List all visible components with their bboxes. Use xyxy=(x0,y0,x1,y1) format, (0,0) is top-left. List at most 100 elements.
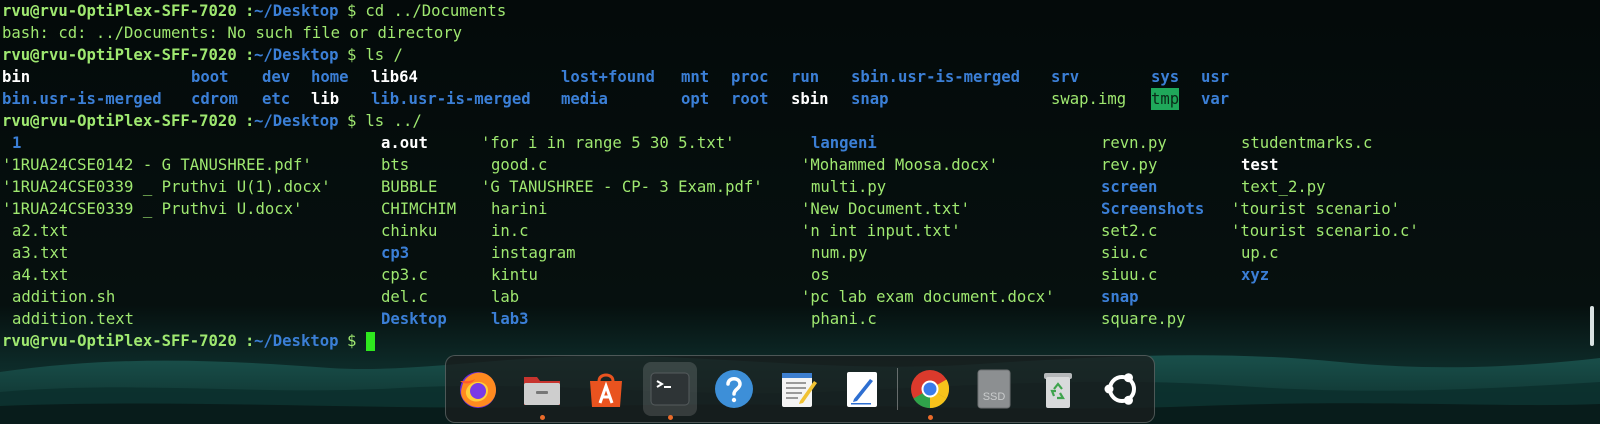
ls-entry-file: a4.txt xyxy=(12,266,69,284)
ls-entry-file: lab xyxy=(491,288,520,306)
ls-entry-file: num.py xyxy=(811,244,868,262)
command-text: cd ../Documents xyxy=(356,2,507,20)
dock-item-trash[interactable] xyxy=(1031,362,1085,416)
ls-entry-file: 'G TANUSHREE - CP- 3 Exam.pdf' xyxy=(481,178,763,196)
ls-entry-dir: cp3 xyxy=(381,244,410,262)
ls-entry-file: text_2.py xyxy=(1241,178,1326,196)
ls-entry-dir: dev xyxy=(262,68,291,86)
prompt-path: ~/Desktop xyxy=(254,2,339,20)
ls-entry-dir: snap xyxy=(1101,288,1139,306)
ls-entry-file: good.c xyxy=(491,156,548,174)
ls-entry-dir: langeni xyxy=(811,134,877,152)
ls-entry-dir: opt xyxy=(681,90,710,108)
ls-entry-dir: lab3 xyxy=(491,310,529,328)
dock-item-app-center[interactable] xyxy=(579,362,633,416)
ls-entry-dir: Desktop xyxy=(381,310,447,328)
ls-entry-file: 'tourist scenario.c' xyxy=(1231,222,1419,240)
dock-item-chrome[interactable] xyxy=(903,362,957,420)
ls-entry-file: 'n int input.txt' xyxy=(801,222,961,240)
ls-entry-dir: lib xyxy=(311,90,340,108)
command-text: ls / xyxy=(356,46,403,64)
ls-entry-file: square.py xyxy=(1101,310,1186,328)
ls-entry-file: swap.img xyxy=(1051,90,1127,108)
dock-item-ssd[interactable]: SSD xyxy=(967,362,1021,416)
ls-entry-dir: home xyxy=(311,68,349,86)
prompt-colon: : xyxy=(245,2,255,20)
prompt-user-host: rvu@rvu-OptiPlex-SFF-7020 xyxy=(2,332,237,350)
ls-entry-file: 'Mohammed Moosa.docx' xyxy=(801,156,999,174)
ls-entry-file: studentmarks.c xyxy=(1241,134,1373,152)
dock-item-help[interactable] xyxy=(707,362,761,416)
dock-item-terminal[interactable] xyxy=(643,362,697,420)
ls-entry-dir: sys xyxy=(1151,68,1180,86)
ubuntu-apps-icon xyxy=(1104,373,1136,405)
dock: SSD xyxy=(445,355,1155,423)
text-editor-icon xyxy=(782,373,817,407)
prompt-path: ~/Desktop xyxy=(254,46,339,64)
ssd-label: SSD xyxy=(983,391,1006,403)
ls-entry-file: '1RUA24CSE0339 _ Pruthvi U.docx' xyxy=(2,200,303,218)
running-indicator xyxy=(928,415,933,420)
ls-entry-dir: sbin xyxy=(791,90,829,108)
ls-entry-dir: etc xyxy=(262,90,291,108)
ls-entry-file: '1RUA24CSE0339 _ Pruthvi U(1).docx' xyxy=(2,178,331,196)
prompt-dollar: $ xyxy=(347,112,357,130)
dock-separator xyxy=(897,368,898,410)
ls-entry-file: addition.text xyxy=(12,310,135,328)
prompt-path: ~/Desktop xyxy=(254,332,339,350)
ls-entry-file: 'pc lab exam document.docx' xyxy=(801,288,1055,306)
prompt-dollar: $ xyxy=(347,46,357,64)
ls-entry-file: 'New Document.txt' xyxy=(801,200,970,218)
ls-entry-file: chinku xyxy=(381,222,438,240)
terminal-line: rvu@rvu-OptiPlex-SFF-7020: ~/Desktop $ xyxy=(2,330,1590,352)
ls-entry-dir: mnt xyxy=(681,68,710,86)
ls-root-row: bin boot dev home lib64 lost+found mnt p… xyxy=(2,66,1590,88)
text-cursor[interactable] xyxy=(366,332,375,351)
prompt-dollar: $ xyxy=(347,332,357,350)
dock-item-text-editor[interactable] xyxy=(771,362,825,416)
ls-entry-file: bts xyxy=(381,156,410,174)
ls-entry-file: cp3.c xyxy=(381,266,428,284)
prompt-dollar: $ xyxy=(347,2,357,20)
ls-entry-sticky-dir: tmp xyxy=(1151,88,1180,110)
ls-entry-dir: 1 xyxy=(12,134,22,152)
dock-item-firefox[interactable] xyxy=(451,362,505,416)
ls-entry-dir: lost+found xyxy=(561,68,655,86)
ls-entry-dir: xyz xyxy=(1241,266,1270,284)
ls-entry-dir: boot xyxy=(191,68,229,86)
terminal-line: rvu@rvu-OptiPlex-SFF-7020: ~/Desktop $ ls … xyxy=(2,44,1590,66)
ls-entry-file: '1RUA24CSE0142 - G TANUSHREE.pdf' xyxy=(2,156,312,174)
ls-entry-file: phani.c xyxy=(811,310,877,328)
ls-entry-dir: lib64 xyxy=(371,68,418,86)
ls-entry-dir: Screenshots xyxy=(1101,200,1205,218)
ls-entry-file: up.c xyxy=(1241,244,1279,262)
ls-entry-dir: root xyxy=(731,90,769,108)
ls-entry-file: rev.py xyxy=(1101,156,1158,174)
ls-entry-file: CHIMCHIM xyxy=(381,200,457,218)
dock-item-files[interactable] xyxy=(515,362,569,420)
ls-entry-file: del.c xyxy=(381,288,428,306)
ls-root-row: bin.usr-is-merged cdrom etc lib lib.usr-… xyxy=(2,88,1590,110)
app-center-icon xyxy=(590,373,622,407)
ls-entry-exec: test xyxy=(1241,156,1279,174)
ls-entry-dir: sbin.usr-is-merged xyxy=(851,68,1020,86)
dock-item-show-apps[interactable] xyxy=(1095,362,1149,416)
ls-entry-dir: run xyxy=(791,68,820,86)
ls-entry-file: a3.txt xyxy=(12,244,69,262)
prompt-user-host: rvu@rvu-OptiPlex-SFF-7020 xyxy=(2,46,237,64)
ls-entry-dir: proc xyxy=(731,68,769,86)
running-indicator xyxy=(668,415,673,420)
ls-entry-dir: cdrom xyxy=(191,90,238,108)
ls-entry-dir: usr xyxy=(1201,68,1230,86)
terminal-scrollbar[interactable] xyxy=(1590,306,1594,346)
ls-entry-file: 'tourist scenario' xyxy=(1231,200,1400,218)
ls-entry-file: siuu.c xyxy=(1101,266,1158,284)
terminal-line: rvu@rvu-OptiPlex-SFF-7020: ~/Desktop $ ls … xyxy=(2,110,1590,132)
dock-item-notes[interactable] xyxy=(835,362,889,416)
ls-entry-dir: var xyxy=(1201,90,1230,108)
ls-entry-dir: srv xyxy=(1051,68,1080,86)
ls-entry-file: addition.sh xyxy=(12,288,116,306)
ls-entry-file: siu.c xyxy=(1101,244,1148,262)
ls-parent-listing: 1 '1RUA24CSE0142 - G TANUSHREE.pdf' '1RU… xyxy=(2,132,1590,330)
ls-entry-dir: lib.usr-is-merged xyxy=(371,90,531,108)
